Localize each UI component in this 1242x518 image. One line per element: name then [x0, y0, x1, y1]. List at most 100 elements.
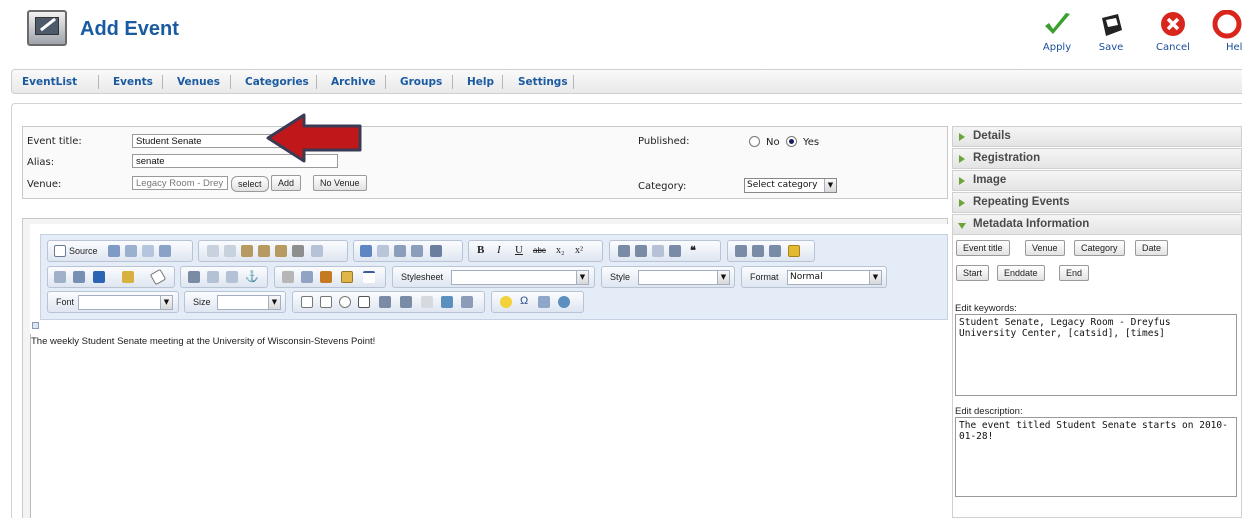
nav-eventlist[interactable]: EventList — [22, 76, 77, 88]
save-doc-icon[interactable] — [108, 245, 120, 257]
meta-venue-button[interactable]: Venue — [1025, 240, 1065, 256]
bulleted-list-icon[interactable] — [635, 245, 647, 257]
eraser-icon[interactable] — [149, 268, 167, 286]
stylesheet-select[interactable]: ▼ — [451, 270, 589, 285]
media-icon[interactable] — [320, 271, 332, 283]
blockquote-icon[interactable]: ❝ — [690, 244, 696, 257]
nav-venues[interactable]: Venues — [177, 76, 220, 88]
templates-icon[interactable] — [159, 245, 171, 257]
anchor-icon[interactable]: ⚓ — [245, 270, 259, 283]
flash-icon[interactable] — [301, 271, 313, 283]
link-icon[interactable] — [188, 271, 200, 283]
panel-registration[interactable]: Registration — [952, 148, 1242, 169]
nav-events[interactable]: Events — [113, 76, 153, 88]
background-color-icon[interactable] — [122, 271, 134, 283]
editor-content-area[interactable] — [30, 334, 948, 518]
cut-icon[interactable] — [207, 245, 219, 257]
redo-icon[interactable] — [377, 245, 389, 257]
justify-icon[interactable] — [788, 245, 800, 257]
print-icon[interactable] — [292, 245, 304, 257]
collapse-toolbar-icon[interactable] — [32, 322, 39, 329]
meta-end-button[interactable]: End — [1059, 265, 1090, 281]
meta-category-button[interactable]: Category — [1074, 240, 1125, 256]
form-icon[interactable] — [54, 271, 66, 283]
meta-start-button[interactable]: Start — [956, 265, 990, 281]
source-button-label[interactable]: Source — [69, 246, 98, 256]
subscript-icon[interactable]: x₂ — [556, 245, 565, 256]
nav-settings[interactable]: Settings — [518, 76, 568, 88]
numbered-list-icon[interactable] — [618, 245, 630, 257]
horizontal-rule-icon[interactable] — [363, 271, 375, 283]
unlink-icon[interactable] — [207, 271, 219, 283]
textarea-icon[interactable] — [379, 296, 391, 308]
apply-button[interactable]: Apply — [1032, 10, 1082, 58]
align-right-icon[interactable] — [769, 245, 781, 257]
checkbox-icon[interactable] — [320, 296, 332, 308]
copy-icon[interactable] — [224, 245, 236, 257]
meta-date-button[interactable]: Date — [1135, 240, 1169, 256]
published-no-radio[interactable] — [749, 136, 760, 147]
paste-icon[interactable] — [241, 245, 253, 257]
smiley-icon[interactable] — [500, 296, 512, 308]
panel-metadata-information[interactable]: Metadata Information — [952, 214, 1242, 235]
align-center-icon[interactable] — [752, 245, 764, 257]
image-button-icon[interactable] — [441, 296, 453, 308]
replace-icon[interactable] — [411, 245, 423, 257]
font-select[interactable]: ▼ — [78, 295, 173, 310]
nav-groups[interactable]: Groups — [400, 76, 442, 88]
new-page-icon[interactable] — [125, 245, 137, 257]
form-field-icon[interactable] — [301, 296, 313, 308]
nav-help[interactable]: Help — [467, 76, 494, 88]
paste-word-icon[interactable] — [275, 245, 287, 257]
nav-categories[interactable]: Categories — [245, 76, 309, 88]
preview-icon[interactable] — [142, 245, 154, 257]
special-char-icon[interactable]: Ω — [520, 295, 528, 307]
panel-image[interactable]: Image — [952, 170, 1242, 191]
undo-icon[interactable] — [360, 245, 372, 257]
image-icon[interactable] — [282, 271, 294, 283]
edit-description-textarea[interactable]: The event titled Student Senate starts o… — [955, 417, 1237, 497]
nav-archive[interactable]: Archive — [331, 76, 376, 88]
textfield-icon[interactable] — [358, 296, 370, 308]
superscript-icon[interactable]: x² — [575, 245, 583, 256]
hidden-field-icon[interactable] — [461, 296, 473, 308]
venue-select-button[interactable]: select — [231, 176, 269, 192]
font-direction-icon[interactable] — [73, 271, 85, 283]
button-field-icon[interactable] — [421, 296, 433, 308]
page-break-icon[interactable] — [538, 296, 550, 308]
help-button[interactable]: Hel — [1212, 10, 1242, 58]
align-left-icon[interactable] — [735, 245, 747, 257]
no-venue-button[interactable]: No Venue — [313, 175, 367, 191]
select-all-icon[interactable] — [430, 245, 442, 257]
spellcheck-icon[interactable] — [311, 245, 323, 257]
bold-icon[interactable]: B — [477, 244, 484, 256]
venue-add-button[interactable]: Add — [271, 175, 302, 191]
editor-text[interactable]: The weekly Student Senate meeting at the… — [31, 336, 375, 347]
meta-enddate-button[interactable]: Enddate — [997, 265, 1045, 281]
size-select[interactable]: ▼ — [217, 295, 281, 310]
find-icon[interactable] — [394, 245, 406, 257]
about-icon[interactable] — [558, 296, 570, 308]
radio-icon[interactable] — [339, 296, 351, 308]
source-icon[interactable] — [54, 245, 66, 257]
published-yes-radio[interactable] — [786, 136, 797, 147]
edit-keywords-textarea[interactable]: Student Senate, Legacy Room - Dreyfus Un… — [955, 314, 1237, 396]
select-field-icon[interactable] — [400, 296, 412, 308]
table-icon[interactable] — [341, 271, 353, 283]
meta-event-title-button[interactable]: Event title — [956, 240, 1010, 256]
outdent-icon[interactable] — [652, 245, 664, 257]
category-select[interactable]: Select category ▼ — [744, 178, 837, 193]
strikethrough-icon[interactable]: abc — [533, 246, 546, 255]
indent-icon[interactable] — [669, 245, 681, 257]
paste-text-icon[interactable] — [258, 245, 270, 257]
panel-repeating-events[interactable]: Repeating Events — [952, 192, 1242, 213]
unlink2-icon[interactable] — [226, 271, 238, 283]
text-color-icon[interactable] — [93, 271, 105, 283]
cancel-button[interactable]: Cancel — [1148, 10, 1198, 58]
panel-details[interactable]: Details — [952, 126, 1242, 147]
italic-icon[interactable]: I — [497, 244, 501, 256]
underline-icon[interactable]: U — [515, 244, 523, 256]
save-button[interactable]: Save — [1086, 10, 1136, 58]
format-select[interactable]: Normal ▼ — [787, 270, 882, 285]
venue-input[interactable] — [132, 176, 228, 190]
